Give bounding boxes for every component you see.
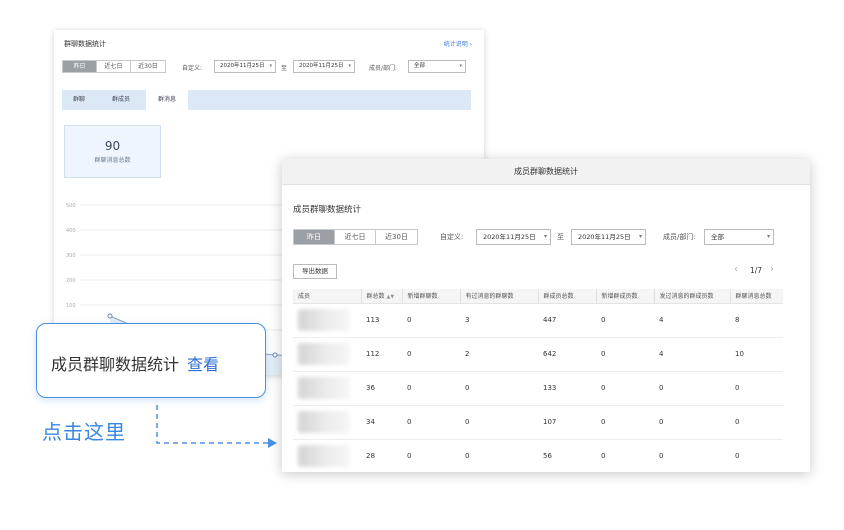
arrow-head-icon — [268, 438, 277, 448]
dashed-arrow-guide — [156, 405, 277, 448]
